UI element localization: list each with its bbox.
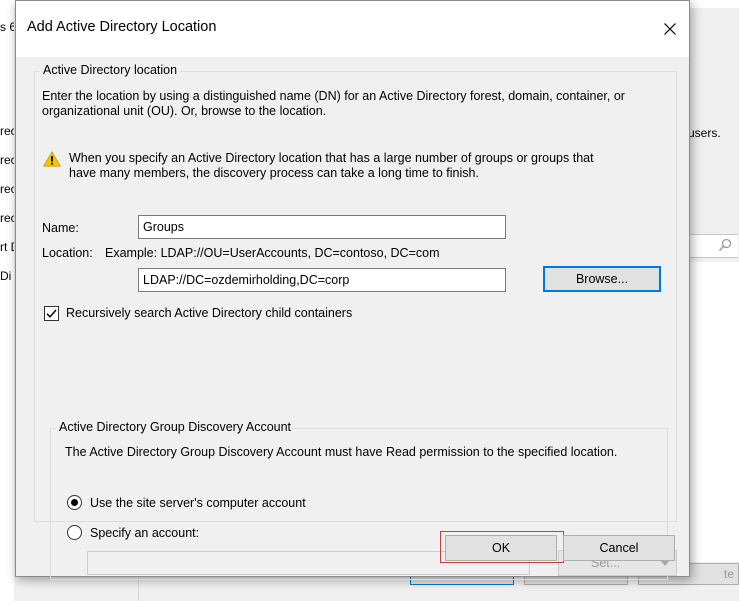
add-ad-location-dialog: Add Active Directory Location Active Dir… <box>15 0 690 580</box>
warning-text-line1: When you specify an Active Directory loc… <box>69 151 594 165</box>
ok-button[interactable]: OK <box>445 535 557 561</box>
background-left-label: s 6 <box>0 20 14 34</box>
site-server-account-radio[interactable] <box>67 495 82 510</box>
search-icon <box>718 238 732 252</box>
location-example: Example: LDAP://OU=UserAccounts, DC=cont… <box>105 246 440 260</box>
list-item[interactable]: rt D <box>0 236 14 265</box>
background-left-pane <box>0 8 14 601</box>
dialog-title-bar: Add Active Directory Location <box>16 1 689 57</box>
background-right-text: users. <box>688 126 721 140</box>
list-item[interactable]: rec <box>0 120 14 149</box>
site-server-account-label[interactable]: Use the site server's computer account <box>90 495 306 511</box>
radio-selected-dot <box>71 499 78 506</box>
ad-location-description-line1: Enter the location by using a distinguis… <box>42 89 625 103</box>
warning-icon <box>43 151 61 167</box>
list-item[interactable]: rec <box>0 207 14 236</box>
ad-location-description-line2: organizational unit (OU). Or, browse to … <box>42 104 327 118</box>
list-item[interactable]: rec <box>0 149 14 178</box>
specify-account-radio[interactable] <box>67 525 82 540</box>
discovery-account-description: The Active Directory Group Discovery Acc… <box>65 445 618 459</box>
recursive-checkbox[interactable] <box>44 306 59 321</box>
list-item[interactable]: rec <box>0 178 14 207</box>
browse-button[interactable]: Browse... <box>543 266 661 292</box>
specify-account-label[interactable]: Specify an account: <box>90 525 199 541</box>
name-label: Name: <box>42 221 79 235</box>
location-input[interactable]: LDAP://DC=ozdemirholding,DC=corp <box>138 268 506 292</box>
dialog-title: Add Active Directory Location <box>27 19 217 35</box>
warning-text-line2: have many members, the discovery process… <box>69 166 479 180</box>
recursive-checkbox-label[interactable]: Recursively search Active Directory chil… <box>66 305 352 321</box>
location-label: Location: <box>42 246 93 260</box>
discovery-account-group-title: Active Directory Group Discovery Account <box>56 420 295 434</box>
checkmark-icon <box>46 309 57 318</box>
close-icon <box>664 23 676 35</box>
close-button[interactable] <box>656 15 684 43</box>
background-content-area <box>688 262 739 562</box>
background-left-list: rec rec rec rec rt D Di <box>0 120 14 294</box>
background-search-input[interactable] <box>688 234 738 258</box>
ad-location-group: Active Directory location Enter the loca… <box>34 63 677 580</box>
name-input[interactable]: Groups <box>138 215 506 239</box>
cancel-button[interactable]: Cancel <box>563 535 675 561</box>
list-item[interactable]: Di <box>0 265 14 294</box>
ad-location-group-title: Active Directory location <box>40 63 181 77</box>
